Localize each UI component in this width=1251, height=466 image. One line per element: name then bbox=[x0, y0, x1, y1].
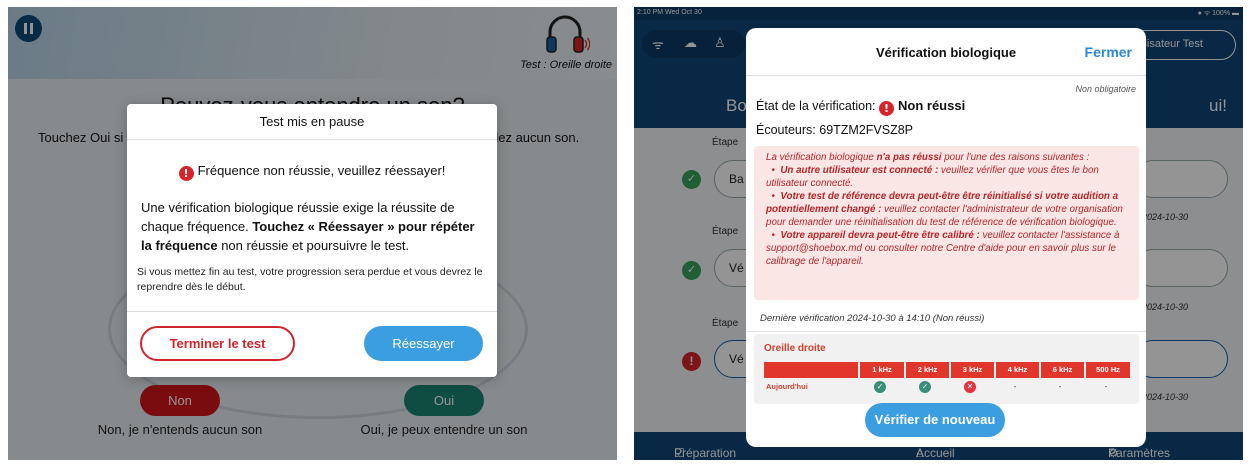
freq-header: 2 kHz bbox=[906, 362, 949, 378]
dialog-body: Une vérification biologique réussie exig… bbox=[141, 198, 483, 255]
dialog-note: Si vous mettez fin au test, votre progre… bbox=[137, 266, 483, 293]
fail-icon: ✕ bbox=[964, 381, 976, 393]
pass-icon: ✓ bbox=[919, 381, 931, 393]
ear-results: Oreille droite 1 kHz 2 kHz 3 kHz 4 kHz 6… bbox=[754, 334, 1139, 404]
reason-3: • Votre appareil devra peut-être être ca… bbox=[766, 230, 1120, 267]
alert-intro-text: La vérification biologique bbox=[766, 152, 877, 163]
reason-2: • Votre test de référence devra peut-êtr… bbox=[766, 191, 1123, 228]
not-tested-mark: - bbox=[1013, 382, 1017, 391]
freq-header: 6 kHz bbox=[1041, 362, 1084, 378]
left-screenshot: Test : Oreille droite Pouvez-vous entend… bbox=[8, 7, 617, 460]
end-test-button[interactable]: Terminer le test bbox=[140, 326, 295, 361]
state-value: Non réussi bbox=[898, 98, 966, 113]
failure-reasons: La vérification biologique n'a pas réuss… bbox=[754, 146, 1139, 300]
body-text-end: non réussie et poursuivre le test. bbox=[217, 238, 410, 253]
alert-intro-end: pour l'une des raisons suivantes : bbox=[941, 152, 1090, 163]
error-message: ! Fréquence non réussie, veuillez réessay… bbox=[127, 163, 497, 181]
divider bbox=[746, 331, 1146, 332]
freq-header: 3 kHz bbox=[951, 362, 994, 378]
bio-verification-dialog: Vérification biologique Fermer Non oblig… bbox=[746, 28, 1146, 447]
dialog-title: Test mis en pause bbox=[127, 104, 497, 140]
freq-header: 500 Hz bbox=[1086, 362, 1130, 378]
paused-dialog: Test mis en pause ! Fréquence non réussie… bbox=[127, 104, 497, 377]
freq-header: 4 kHz bbox=[996, 362, 1039, 378]
error-icon: ! bbox=[178, 166, 194, 181]
pass-icon: ✓ bbox=[874, 381, 886, 393]
last-check: Dernière vérification 2024-10-30 à 14:10… bbox=[760, 313, 985, 324]
error-icon: ! bbox=[879, 101, 894, 116]
reason-3-bold: Votre appareil devra peut-être être cali… bbox=[780, 230, 980, 241]
verification-state: État de la vérification: ! Non réussi bbox=[756, 98, 965, 116]
divider bbox=[127, 311, 497, 312]
freq-header: 1 kHz bbox=[860, 362, 904, 378]
optional-label: Non obligatoire bbox=[1075, 84, 1136, 94]
reason-1-bold: Un autre utilisateur est connecté : bbox=[780, 165, 939, 176]
ear-title: Oreille droite bbox=[764, 343, 826, 354]
earphones-row: Écouteurs: 69TZM2FVSZ8P bbox=[756, 123, 913, 137]
verify-again-button[interactable]: Vérifier de nouveau bbox=[865, 403, 1005, 437]
retry-button[interactable]: Réessayer bbox=[364, 326, 483, 361]
dialog-header: Vérification biologique Fermer bbox=[746, 28, 1146, 76]
alert-intro: La vérification biologique n'a pas réuss… bbox=[766, 151, 1129, 164]
earphones-value: 69TZM2FVSZ8P bbox=[819, 123, 914, 137]
alert-intro-bold: n'a pas réussi bbox=[876, 152, 942, 163]
error-text: Fréquence non réussie, veuillez réessaye… bbox=[197, 163, 446, 178]
right-screenshot: 2:10 PM Wed Oct 30 ● ᯤ 100% ▬ ᯤ ☁ ♙ Util… bbox=[634, 7, 1243, 460]
today-label: Aujourd'hui bbox=[766, 382, 808, 391]
close-button[interactable]: Fermer bbox=[1085, 44, 1132, 60]
reason-1: • Un autre utilisateur est connecté : ve… bbox=[766, 165, 1099, 189]
state-label: État de la vérification: bbox=[756, 99, 876, 113]
earphones-label: Écouteurs: bbox=[756, 123, 816, 137]
frequency-header: 1 kHz 2 kHz 3 kHz 4 kHz 6 kHz 500 Hz bbox=[764, 362, 1130, 378]
not-tested-mark: - bbox=[1058, 382, 1062, 391]
corner-cell bbox=[764, 362, 858, 378]
not-tested-mark: - bbox=[1104, 382, 1108, 391]
